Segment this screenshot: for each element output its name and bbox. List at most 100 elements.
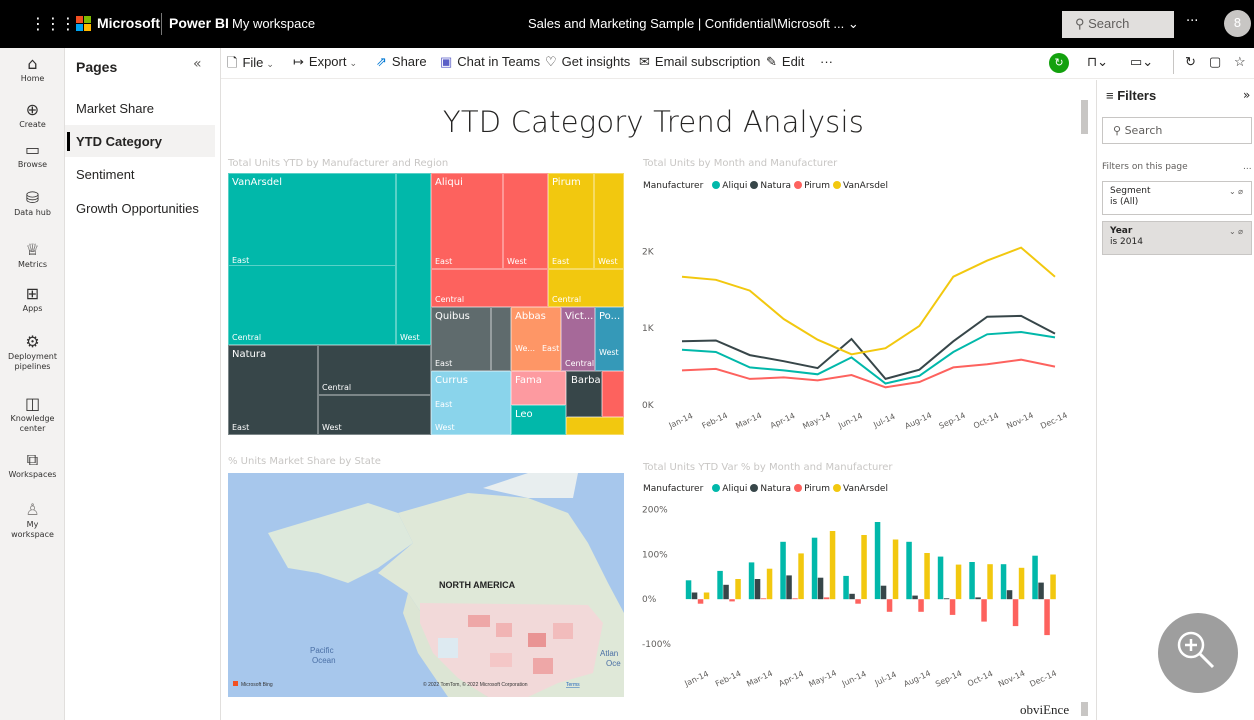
map-terms-link[interactable]: Terms [566,682,580,688]
y-tick-label: 0K [642,401,655,411]
file-menu[interactable]: 🗋 File ⌄ [227,54,274,76]
treemap-visual[interactable]: VanArsdel East Central West Natura East Ce… [228,173,624,435]
watermark: obviEnce [1020,702,1070,717]
treemap-cell-aliqui-west[interactable]: West [503,173,548,269]
page-sentiment[interactable]: Sentiment [65,158,215,190]
treemap-cell-currus[interactable]: Currus East West [431,371,511,435]
report-title-dropdown[interactable]: Sales and Marketing Sample | Confidentia… [528,16,859,32]
nav-workspaces[interactable]: ⧉ Workspaces [0,450,65,480]
bookmark-icon[interactable]: ⊓⌄ [1087,54,1108,70]
nav-deployment-pipelines[interactable]: ⚙ Deployment pipelines [0,332,65,372]
nav-knowledge-center[interactable]: ◫ Knowledge center [0,394,65,434]
nav-label: Metrics [17,260,48,269]
page-growth-opportunities[interactable]: Growth Opportunities [65,192,215,224]
nav-label: Workspaces [8,470,57,479]
treemap-cell-vanarsdel-central[interactable]: Central [228,265,396,345]
treemap-cell-quibus-west[interactable] [491,307,511,371]
search-icon: ⚲ [1075,16,1089,31]
treemap-cell-abbas[interactable]: Abbas We... East [511,307,561,371]
more-toolbar-button[interactable]: ··· [820,54,833,69]
nav-browse[interactable]: ▭ Browse [0,140,65,170]
export-menu[interactable]: ↦ Export ⌄ [293,54,357,70]
chevron-down-icon[interactable]: ⌄ ⌀ [1229,186,1243,197]
treemap-label: East [435,257,453,266]
get-insights-button[interactable]: ♡ Get insights [545,54,630,70]
filters-search-input[interactable]: ⚲ Search [1102,117,1252,144]
filters-section-more[interactable]: ... [1243,162,1252,172]
bar-natura [880,585,887,600]
bar-natura [912,595,918,600]
filter-card-year[interactable]: Year is 2014 ⌄ ⌀ [1102,221,1252,255]
view-icon[interactable]: ▭⌄ [1130,54,1153,70]
search-icon: ⚲ [1113,124,1125,137]
treemap-cell-pirum-east[interactable]: Pirum East [548,173,594,269]
comment-icon[interactable]: ▢ [1209,54,1221,70]
collapse-filters-button[interactable]: » [1243,88,1250,102]
workspace-breadcrumb[interactable]: My workspace [232,16,315,31]
chat-in-teams-button[interactable]: ▣ Chat in Teams [440,54,540,70]
waffle-icon[interactable]: ⋮⋮⋮ [30,14,76,33]
treemap-cell-small[interactable] [566,417,624,435]
favorite-icon[interactable]: ☆ [1234,54,1246,70]
scrollbar[interactable] [1081,702,1088,716]
nav-home[interactable]: ⌂ Home [0,54,65,84]
top-bar: ⋮⋮⋮ Microsoft Power BI My workspace Sale… [0,0,1254,48]
zoom-button[interactable] [1158,613,1238,693]
treemap-cell-fama[interactable]: Fama [511,371,566,405]
avatar[interactable]: 8 [1224,10,1251,37]
page-ytd-category[interactable]: YTD Category [65,125,215,157]
treemap-cell-quibus[interactable]: Quibus East [431,307,491,371]
nav-data-hub[interactable]: ⛁ Data hub [0,188,65,218]
treemap-cell-victoria[interactable]: Vict... Central [561,307,595,371]
apps-icon: ⊞ [25,284,40,303]
nav-metrics[interactable]: ♕ Metrics [0,240,65,270]
nav-apps[interactable]: ⊞ Apps [0,284,65,314]
line-chart[interactable]: 0K 1K 2K Jan-14 Feb-14 Mar-14 Apr-14 May-14 Jun-… [640,173,1070,443]
bar-aliqui [685,580,692,600]
treemap-cell-vanarsdel-west[interactable]: West [396,173,431,345]
bar-pirum [792,598,798,600]
filter-field: Year [1110,226,1133,236]
divider [161,13,162,35]
page-market-share[interactable]: Market Share [65,92,215,124]
email-icon: ✉ [639,54,650,69]
filter-card-segment[interactable]: Segment is (All) ⌄ ⌀ [1102,181,1252,215]
map-visual[interactable]: NORTH AMERICA Pacific Ocean Atlan Oce Mi… [228,473,624,697]
scrollbar[interactable] [1081,100,1088,134]
bar-vanarsdel [703,592,710,600]
x-tick-label: Oct-14 [966,669,994,689]
treemap-label: West [400,333,420,342]
chevron-down-icon[interactable]: ⌄ ⌀ [1229,226,1243,237]
bar-natura [849,593,855,600]
treemap-cell-leo[interactable]: Leo [511,405,566,435]
treemap-cell-aliqui-central[interactable]: Central [431,269,548,307]
treemap-label: West [599,348,619,357]
share-button[interactable]: ⇗ Share [376,54,427,70]
refresh-status-icon[interactable]: ↻ [1049,53,1069,73]
treemap-cell-aliqui-east[interactable]: Aliqui East [431,173,503,269]
product-label[interactable]: Power BI [169,15,229,31]
email-subscription-button[interactable]: ✉ Email subscription [639,54,760,70]
treemap-cell-natura-west[interactable]: West [318,395,431,435]
treemap-label: East [435,359,453,368]
edit-button[interactable]: ✎ Edit [766,54,804,70]
nav-my-workspace[interactable]: ♙ My workspace [0,500,65,540]
bar-vanarsdel [1050,574,1056,600]
treemap-cell-natura-east[interactable]: Natura East [228,345,318,435]
treemap-cell-natura-central[interactable]: Central [318,345,431,395]
treemap-cell-pirum-central[interactable]: Central [548,269,624,307]
treemap-cell-pirum-west[interactable]: West [594,173,624,269]
more-options-button[interactable]: ··· [1186,14,1198,29]
collapse-pages-button[interactable]: « [193,56,202,72]
filter-field: Segment [1110,186,1151,196]
nav-create[interactable]: ⊕ Create [0,100,65,130]
bar-pirum [886,599,893,612]
treemap-cell-barba[interactable]: Barba [566,371,602,417]
treemap-cell-pomum[interactable]: Po... West [595,307,624,371]
brand-label[interactable]: Microsoft [97,15,160,31]
bar-chart[interactable]: -100% 0% 100% 200% Jan-14 Feb-14 Mar-14 Apr-14 M… [640,483,1070,703]
y-tick-label: 2K [642,247,655,257]
reload-icon[interactable]: ↻ [1185,54,1196,70]
treemap-cell-small[interactable] [602,371,624,417]
search-input[interactable]: ⚲ Search [1062,11,1174,38]
